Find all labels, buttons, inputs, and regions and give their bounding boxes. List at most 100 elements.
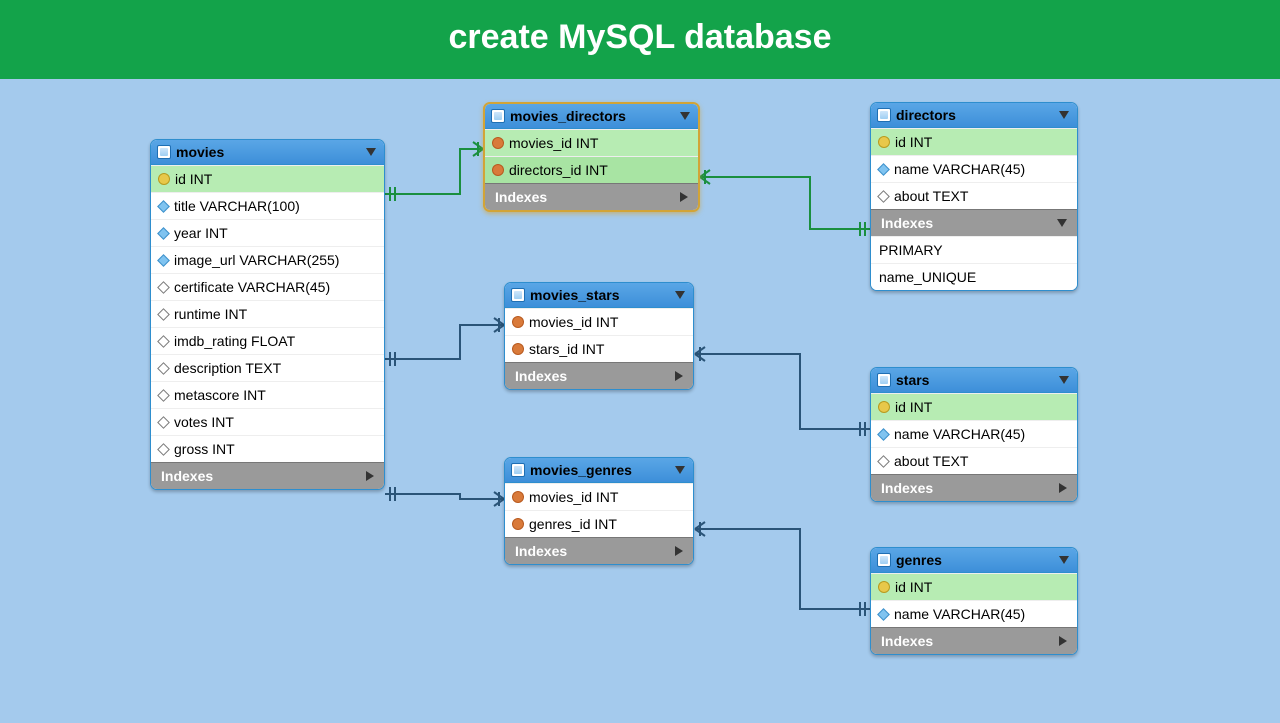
chevron-down-icon[interactable] bbox=[1059, 111, 1069, 119]
table-header[interactable]: stars bbox=[871, 368, 1077, 393]
column-row[interactable]: genres_id INT bbox=[505, 510, 693, 537]
diamond-icon bbox=[877, 163, 890, 176]
column-row[interactable]: year INT bbox=[151, 219, 384, 246]
table-icon bbox=[877, 553, 891, 567]
column-row[interactable]: description TEXT bbox=[151, 354, 384, 381]
key-icon bbox=[879, 582, 889, 592]
diamond-hollow-icon bbox=[157, 362, 170, 375]
column-row[interactable]: metascore INT bbox=[151, 381, 384, 408]
diamond-hollow-icon bbox=[877, 190, 890, 203]
diamond-icon bbox=[157, 200, 170, 213]
column-row[interactable]: directors_id INT bbox=[485, 156, 698, 183]
diamond-icon bbox=[157, 254, 170, 267]
indexes-section[interactable]: Indexes bbox=[871, 209, 1077, 236]
column-row[interactable]: image_url VARCHAR(255) bbox=[151, 246, 384, 273]
table-icon bbox=[511, 288, 525, 302]
column-row[interactable]: about TEXT bbox=[871, 447, 1077, 474]
column-row[interactable]: id INT bbox=[151, 165, 384, 192]
table-name: genres bbox=[896, 552, 942, 568]
table-genres[interactable]: genres id INT name VARCHAR(45) Indexes bbox=[870, 547, 1078, 655]
column-row[interactable]: imdb_rating FLOAT bbox=[151, 327, 384, 354]
indexes-section[interactable]: Indexes bbox=[871, 627, 1077, 654]
chevron-down-icon[interactable] bbox=[680, 112, 690, 120]
table-header[interactable]: genres bbox=[871, 548, 1077, 573]
diamond-hollow-icon bbox=[157, 389, 170, 402]
column-row[interactable]: name VARCHAR(45) bbox=[871, 420, 1077, 447]
index-item[interactable]: name_UNIQUE bbox=[871, 263, 1077, 290]
table-icon bbox=[877, 108, 891, 122]
column-row[interactable]: stars_id INT bbox=[505, 335, 693, 362]
table-header[interactable]: movies bbox=[151, 140, 384, 165]
diamond-hollow-icon bbox=[157, 281, 170, 294]
index-item[interactable]: PRIMARY bbox=[871, 236, 1077, 263]
table-name: directors bbox=[896, 107, 956, 123]
diamond-hollow-icon bbox=[157, 308, 170, 321]
column-row[interactable]: name VARCHAR(45) bbox=[871, 155, 1077, 182]
table-icon bbox=[491, 109, 505, 123]
column-row[interactable]: name VARCHAR(45) bbox=[871, 600, 1077, 627]
column-row[interactable]: movies_id INT bbox=[505, 483, 693, 510]
table-name: movies_stars bbox=[530, 287, 620, 303]
key-icon bbox=[879, 402, 889, 412]
column-row[interactable]: about TEXT bbox=[871, 182, 1077, 209]
indexes-section[interactable]: Indexes bbox=[485, 183, 698, 210]
diamond-icon bbox=[157, 227, 170, 240]
chevron-down-icon[interactable] bbox=[1059, 376, 1069, 384]
column-row[interactable]: certificate VARCHAR(45) bbox=[151, 273, 384, 300]
indexes-section[interactable]: Indexes bbox=[151, 462, 384, 489]
erd-canvas[interactable]: movies id INT title VARCHAR(100) year IN… bbox=[0, 79, 1280, 723]
key-icon bbox=[159, 174, 169, 184]
chevron-down-icon[interactable] bbox=[675, 291, 685, 299]
play-icon bbox=[675, 371, 683, 381]
table-movies-genres[interactable]: movies_genres movies_id INT genres_id IN… bbox=[504, 457, 694, 565]
table-header[interactable]: movies_directors bbox=[485, 104, 698, 129]
table-name: movies_directors bbox=[510, 108, 626, 124]
table-stars[interactable]: stars id INT name VARCHAR(45) about TEXT… bbox=[870, 367, 1078, 502]
diamond-hollow-icon bbox=[157, 443, 170, 456]
table-header[interactable]: movies_stars bbox=[505, 283, 693, 308]
indexes-section[interactable]: Indexes bbox=[871, 474, 1077, 501]
column-row[interactable]: gross INT bbox=[151, 435, 384, 462]
table-name: movies bbox=[176, 144, 224, 160]
chevron-down-icon[interactable] bbox=[1059, 556, 1069, 564]
play-icon bbox=[1059, 483, 1067, 493]
chevron-down-icon[interactable] bbox=[675, 466, 685, 474]
key-icon-red bbox=[513, 492, 523, 502]
diamond-hollow-icon bbox=[157, 416, 170, 429]
table-icon bbox=[157, 145, 171, 159]
diamond-icon bbox=[877, 608, 890, 621]
column-row[interactable]: runtime INT bbox=[151, 300, 384, 327]
chevron-down-icon bbox=[1057, 219, 1067, 227]
column-row[interactable]: movies_id INT bbox=[505, 308, 693, 335]
column-row[interactable]: movies_id INT bbox=[485, 129, 698, 156]
table-icon bbox=[511, 463, 525, 477]
table-name: stars bbox=[896, 372, 929, 388]
column-row[interactable]: title VARCHAR(100) bbox=[151, 192, 384, 219]
diamond-hollow-icon bbox=[157, 335, 170, 348]
table-movies[interactable]: movies id INT title VARCHAR(100) year IN… bbox=[150, 139, 385, 490]
key-icon-red bbox=[513, 344, 523, 354]
table-movies-directors[interactable]: movies_directors movies_id INT directors… bbox=[483, 102, 700, 212]
chevron-down-icon[interactable] bbox=[366, 148, 376, 156]
indexes-section[interactable]: Indexes bbox=[505, 362, 693, 389]
column-row[interactable]: id INT bbox=[871, 128, 1077, 155]
page-title: create MySQL database bbox=[0, 0, 1280, 79]
key-icon bbox=[879, 137, 889, 147]
key-icon-red bbox=[513, 519, 523, 529]
column-row[interactable]: id INT bbox=[871, 393, 1077, 420]
table-icon bbox=[877, 373, 891, 387]
table-movies-stars[interactable]: movies_stars movies_id INT stars_id INT … bbox=[504, 282, 694, 390]
diamond-hollow-icon bbox=[877, 455, 890, 468]
table-header[interactable]: directors bbox=[871, 103, 1077, 128]
column-row[interactable]: id INT bbox=[871, 573, 1077, 600]
play-icon bbox=[675, 546, 683, 556]
column-row[interactable]: votes INT bbox=[151, 408, 384, 435]
table-name: movies_genres bbox=[530, 462, 632, 478]
play-icon bbox=[366, 471, 374, 481]
table-header[interactable]: movies_genres bbox=[505, 458, 693, 483]
key-icon-red bbox=[493, 138, 503, 148]
table-directors[interactable]: directors id INT name VARCHAR(45) about … bbox=[870, 102, 1078, 291]
indexes-section[interactable]: Indexes bbox=[505, 537, 693, 564]
play-icon bbox=[1059, 636, 1067, 646]
key-icon-red bbox=[493, 165, 503, 175]
